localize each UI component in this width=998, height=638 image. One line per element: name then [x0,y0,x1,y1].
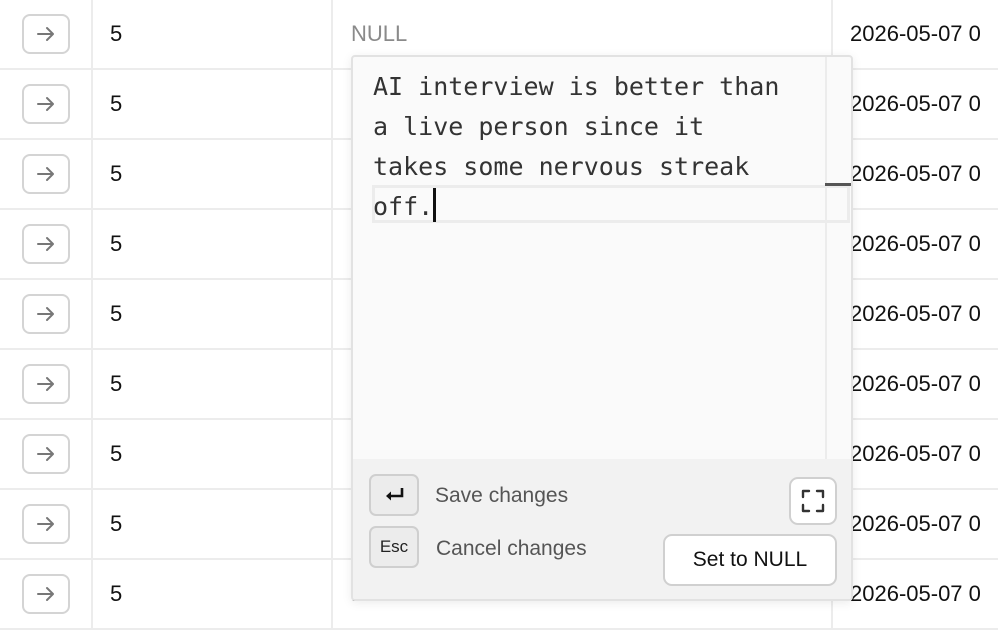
date-cell[interactable]: 2026-05-07 0 [833,210,998,278]
number-cell[interactable]: 5 [93,0,333,68]
editor-scrollbar-track[interactable] [825,57,827,459]
row-action-cell [0,350,93,418]
date-cell[interactable]: 2026-05-07 0 [833,420,998,488]
open-row-button[interactable] [21,14,70,54]
number-cell[interactable]: 5 [93,420,333,488]
arrow-right-icon [36,27,54,41]
editor-scrollbar-marker [825,183,851,186]
enter-key-icon [369,474,419,516]
open-row-button[interactable] [21,504,70,544]
open-row-button[interactable] [21,224,70,264]
open-row-button[interactable] [21,84,70,124]
row-action-cell [0,420,93,488]
row-action-cell [0,210,93,278]
text-caret [433,188,436,222]
arrow-right-icon [36,447,54,461]
number-cell[interactable]: 5 [93,210,333,278]
arrow-right-icon [36,517,54,531]
number-cell[interactable]: 5 [93,280,333,348]
row-action-cell [0,0,93,68]
arrow-right-icon [36,167,54,181]
expand-editor-button[interactable] [789,477,837,525]
date-cell[interactable]: 2026-05-07 0 [833,70,998,138]
row-action-cell [0,140,93,208]
row-action-cell [0,70,93,138]
open-row-button[interactable] [21,364,70,404]
open-row-button[interactable] [21,294,70,334]
cell-editor-popup: AI interview is better than a live perso… [351,55,853,601]
date-cell[interactable]: 2026-05-07 0 [833,140,998,208]
save-changes-label[interactable]: Save changes [435,484,568,508]
cell-editor-textarea[interactable]: AI interview is better than a live perso… [373,67,833,227]
number-cell[interactable]: 5 [93,140,333,208]
date-cell[interactable]: 2026-05-07 0 [833,490,998,558]
esc-key-badge: Esc [369,526,419,568]
row-action-cell [0,490,93,558]
cancel-changes-label[interactable]: Cancel changes [436,537,587,561]
number-cell[interactable]: 5 [93,490,333,558]
open-row-button[interactable] [21,434,70,474]
row-action-cell [0,280,93,348]
open-row-button[interactable] [21,154,70,194]
arrow-right-icon [36,377,54,391]
expand-icon [801,489,825,513]
arrow-right-icon [36,237,54,251]
row-action-cell [0,560,93,628]
arrow-right-icon [36,307,54,321]
set-to-null-button[interactable]: Set to NULL [663,534,837,586]
date-cell[interactable]: 2026-05-07 0 [833,0,998,68]
number-cell[interactable]: 5 [93,70,333,138]
date-cell[interactable]: 2026-05-07 0 [833,350,998,418]
editor-footer: Save changes Esc Cancel changes Set to N… [353,459,851,599]
open-row-button[interactable] [21,574,70,614]
date-cell[interactable]: 2026-05-07 0 [833,280,998,348]
number-cell[interactable]: 5 [93,560,333,628]
date-cell[interactable]: 2026-05-07 0 [833,560,998,628]
arrow-right-icon [36,587,54,601]
number-cell[interactable]: 5 [93,350,333,418]
arrow-right-icon [36,97,54,111]
